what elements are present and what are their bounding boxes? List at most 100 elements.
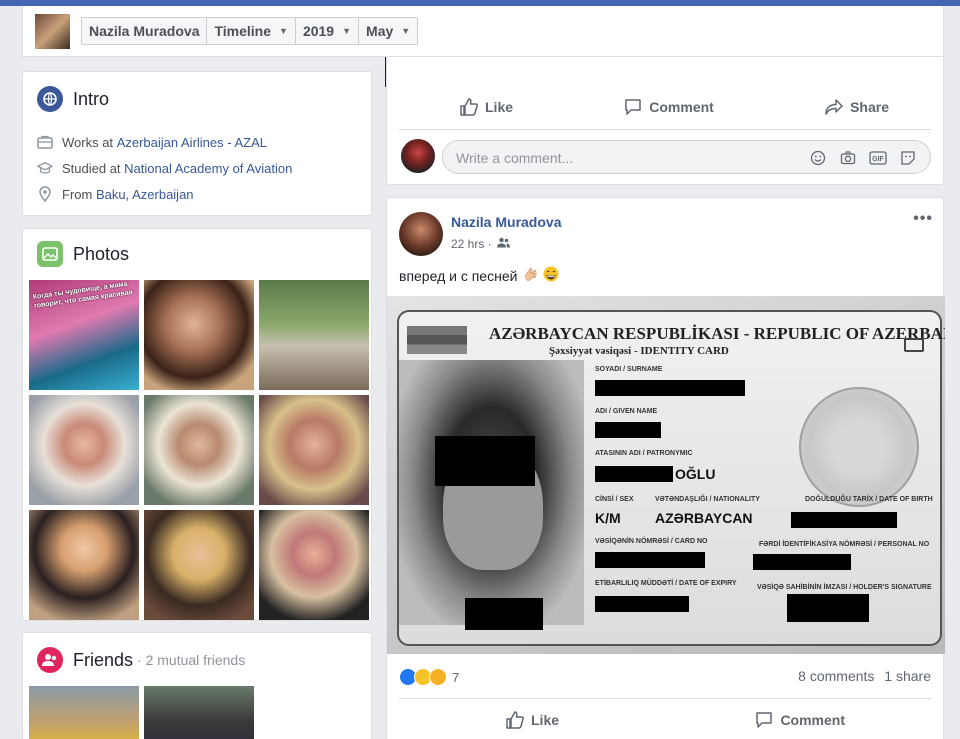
photo-thumbnail[interactable]: Когда ты чудовище, а мама говорит, что с… — [29, 280, 139, 390]
emoji-group — [523, 266, 559, 285]
id-card-subtitle: Şəxsiyyət vəsiqəsi - IDENTITY CARD — [549, 345, 729, 357]
post-text-content: вперед и с песней — [399, 267, 518, 284]
friends-title[interactable]: Friends · 2 mutual friends — [37, 647, 245, 673]
globe-icon — [37, 86, 63, 112]
grin-emoji-icon — [543, 266, 559, 285]
engagement-counts: 8 comments 1 share — [798, 668, 931, 684]
divider — [399, 129, 931, 130]
intro-from-row: From Baku, Azerbaijan — [37, 186, 194, 202]
intro-title-label: Intro — [73, 88, 110, 109]
photo-thumbnail[interactable] — [144, 280, 254, 390]
photo-caption: Когда ты чудовище, а мама говорит, что с… — [32, 280, 134, 310]
location-pin-icon — [37, 186, 53, 202]
comment-label: Comment — [649, 99, 714, 115]
thumbs-up-icon — [505, 710, 525, 730]
id-patronymic-label: ATASININ ADI / PATRONYMIC — [595, 450, 693, 457]
post-photo-id-card[interactable]: AZƏRBAYCAN RESPUBLİKASI - REPUBLIC OF AZ… — [387, 296, 945, 654]
chip-icon — [904, 338, 924, 352]
photo-thumbnail[interactable] — [29, 510, 139, 620]
photo-thumbnail[interactable] — [144, 395, 254, 505]
timeline-nav: Nazila Muradova Timeline ▼ 2019 ▼ May ▼ — [81, 17, 419, 45]
shares-count[interactable]: 1 share — [884, 668, 931, 684]
post-actions: Like Comment Share — [459, 97, 889, 117]
reactions-summary[interactable]: 7 — [399, 668, 459, 686]
intro-work-prefix: Works at — [62, 134, 114, 150]
photo-thumbnail[interactable] — [259, 395, 369, 505]
friends-mutual-count: · 2 mutual friends — [137, 652, 246, 668]
nav-profile-name-label: Nazila Muradova — [89, 23, 200, 39]
id-nationality-label: VƏTƏNDAŞLIĞI / NATIONALITY — [655, 496, 760, 503]
id-patronymic-suffix: OĞLU — [675, 466, 716, 482]
post-text: вперед и с песней — [399, 266, 559, 285]
graduation-cap-icon — [37, 160, 53, 176]
id-card: AZƏRBAYCAN RESPUBLİKASI - REPUBLIC OF AZ… — [397, 310, 945, 646]
redaction-bar — [465, 598, 543, 630]
nav-year-label: 2019 — [302, 23, 335, 39]
comment-button[interactable]: Comment — [754, 710, 845, 730]
gif-icon[interactable]: GIF — [868, 148, 888, 168]
redaction-bar — [753, 554, 851, 570]
nav-month-dropdown[interactable]: May ▼ — [359, 18, 417, 44]
camera-icon[interactable] — [838, 148, 858, 168]
photo-thumbnail[interactable] — [259, 280, 369, 390]
chevron-down-icon: ▼ — [401, 26, 411, 36]
id-card-title: AZƏRBAYCAN RESPUBLİKASI - REPUBLIC OF AZ… — [489, 324, 945, 343]
comment-placeholder: Write a comment... — [456, 150, 574, 166]
friend-thumbnail[interactable] — [29, 686, 139, 739]
photo-thumbnail[interactable] — [29, 395, 139, 505]
post-actions: Like Comment — [505, 710, 845, 730]
friends-title-label: Friends — [73, 649, 134, 670]
emoji-icon[interactable] — [808, 148, 828, 168]
redaction-bar — [791, 512, 897, 528]
friends-card: Friends · 2 mutual friends — [22, 632, 372, 739]
intro-study-link[interactable]: National Academy of Aviation — [124, 161, 292, 176]
id-signature-label: VƏSİQƏ SAHİBİNİN İMZASI / HOLDER'S SIGNA… — [757, 584, 932, 591]
redaction-bar — [595, 466, 673, 482]
post-card: Nazila Muradova 22 hrs · ••• вперед и с … — [386, 197, 945, 739]
like-button[interactable]: Like — [459, 97, 513, 117]
hand-emoji-icon — [523, 266, 539, 285]
sticker-icon[interactable] — [898, 148, 918, 168]
nav-month-label: May — [366, 23, 394, 39]
nav-timeline-dropdown[interactable]: Timeline ▼ — [207, 18, 296, 44]
divider — [399, 698, 931, 699]
intro-work-link[interactable]: Azerbaijan Airlines - AZAL — [117, 135, 267, 150]
emblem-seal-icon — [799, 387, 919, 507]
photo-thumbnail[interactable] — [259, 510, 369, 620]
nav-profile-name[interactable]: Nazila Muradova — [82, 18, 208, 44]
friend-thumbnail[interactable] — [144, 686, 254, 739]
intro-work-row: Works at Azerbaijan Airlines - AZAL — [37, 134, 267, 150]
header-avatar[interactable] — [35, 14, 70, 49]
id-given-name-label: ADI / GIVEN NAME — [595, 408, 658, 415]
intro-from-link[interactable]: Baku, Azerbaijan — [96, 187, 194, 202]
intro-from-prefix: From — [62, 186, 93, 202]
post-timestamp[interactable]: 22 hrs · — [451, 237, 510, 251]
intro-title: Intro — [37, 86, 109, 112]
reaction-count: 7 — [452, 669, 460, 685]
share-label: Share — [850, 99, 889, 115]
comment-tools: GIF — [808, 148, 918, 168]
like-button[interactable]: Like — [505, 710, 559, 730]
more-options-icon[interactable]: ••• — [913, 210, 933, 228]
photos-title-label: Photos — [73, 243, 130, 264]
like-label: Like — [485, 99, 514, 115]
photos-title[interactable]: Photos — [37, 241, 129, 267]
post-author-name[interactable]: Nazila Muradova — [451, 214, 561, 230]
id-sex-label: CİNSİ / SEX — [595, 496, 634, 503]
svg-text:GIF: GIF — [872, 156, 884, 163]
id-card-photo — [399, 360, 584, 625]
comments-count[interactable]: 8 comments — [798, 668, 874, 684]
redaction-bar — [595, 552, 705, 568]
comment-button[interactable]: Comment — [623, 97, 714, 117]
thumbs-up-icon — [459, 97, 479, 117]
author-avatar[interactable] — [399, 212, 443, 256]
flag-icon — [407, 326, 467, 354]
comment-input[interactable]: Write a comment... GIF — [442, 140, 931, 174]
like-label: Like — [531, 712, 560, 728]
share-button[interactable]: Share — [824, 97, 889, 117]
nav-year-dropdown[interactable]: 2019 ▼ — [296, 18, 360, 44]
intro-card: Intro Works at Azerbaijan Airlines - AZA… — [22, 71, 372, 216]
photo-grid: Когда ты чудовище, а мама говорит, что с… — [29, 280, 369, 620]
photo-thumbnail[interactable] — [144, 510, 254, 620]
commenter-avatar[interactable] — [401, 139, 435, 173]
